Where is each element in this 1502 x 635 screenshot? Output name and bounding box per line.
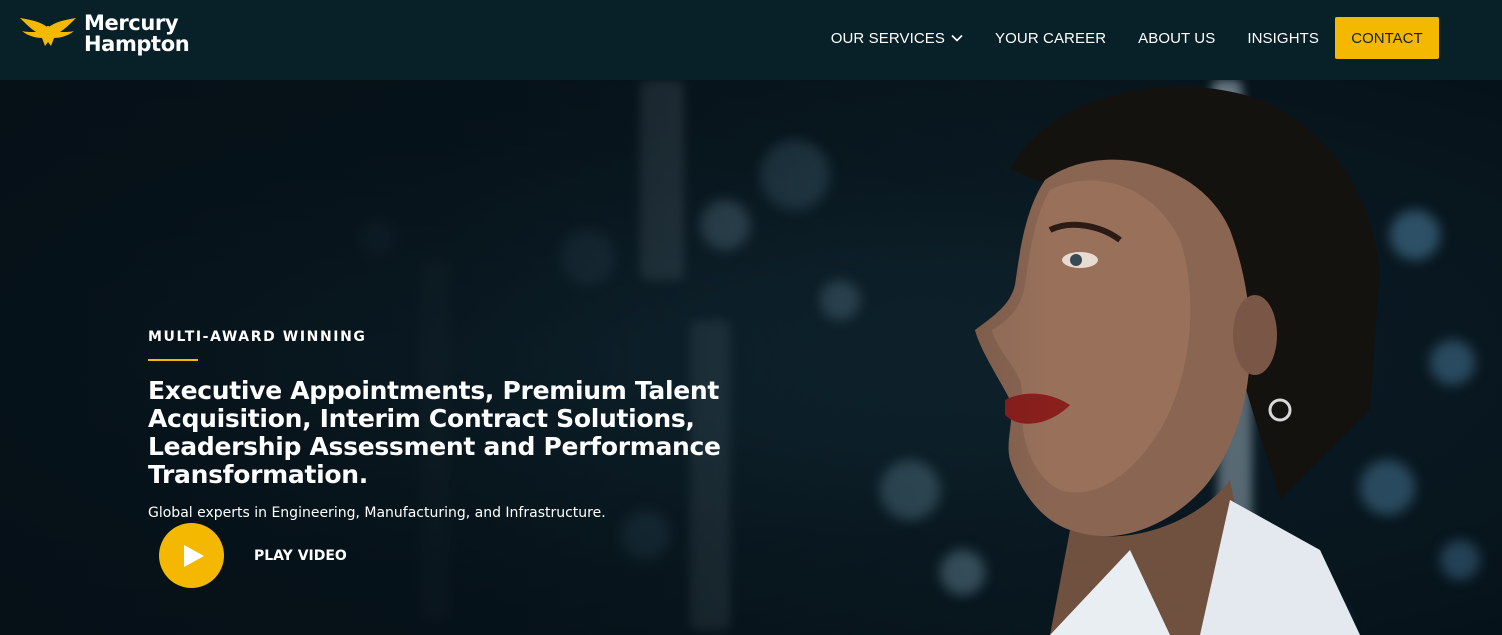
nav-item-label: YOUR CAREER bbox=[995, 29, 1107, 47]
play-video-control[interactable]: PLAY VIDEO bbox=[159, 523, 347, 588]
nav-item-insights[interactable]: INSIGHTS bbox=[1247, 30, 1319, 47]
nav-item-about-us[interactable]: ABOUT US bbox=[1138, 30, 1215, 47]
nav-item-our-services[interactable]: OUR SERVICES bbox=[831, 30, 963, 47]
hero-content: MULTI-AWARD WINNING Executive Appointmen… bbox=[148, 329, 848, 588]
main-nav: OUR SERVICES YOUR CAREER ABOUT US INSIGH… bbox=[831, 17, 1439, 59]
site-header: Mercury Hampton OUR SERVICES YOUR CAREER… bbox=[0, 0, 1502, 80]
hero-subline: Global experts in Engineering, Manufactu… bbox=[148, 505, 606, 521]
play-video-label[interactable]: PLAY VIDEO bbox=[254, 548, 347, 564]
play-video-button[interactable] bbox=[159, 523, 224, 588]
brand-name-line2: Hampton bbox=[84, 32, 190, 56]
brand-logo[interactable]: Mercury Hampton bbox=[18, 11, 190, 56]
play-icon bbox=[183, 544, 204, 567]
eyebrow-divider bbox=[148, 359, 198, 361]
brand-name: Mercury Hampton bbox=[84, 11, 190, 56]
nav-item-label: OUR SERVICES bbox=[830, 29, 946, 47]
hero-headline: Executive Appointments, Premium Talent A… bbox=[148, 376, 721, 489]
nav-item-label: INSIGHTS bbox=[1247, 29, 1319, 47]
contact-button[interactable]: CONTACT bbox=[1335, 17, 1439, 59]
nav-item-your-career[interactable]: YOUR CAREER bbox=[995, 30, 1106, 47]
eagle-icon bbox=[20, 18, 76, 46]
hero-section: MULTI-AWARD WINNING Executive Appointmen… bbox=[0, 80, 1502, 635]
nav-item-label: ABOUT US bbox=[1138, 29, 1216, 47]
hero-eyebrow: MULTI-AWARD WINNING bbox=[148, 329, 367, 345]
chevron-down-icon bbox=[951, 34, 963, 42]
brand-name-line1: Mercury bbox=[84, 11, 179, 35]
